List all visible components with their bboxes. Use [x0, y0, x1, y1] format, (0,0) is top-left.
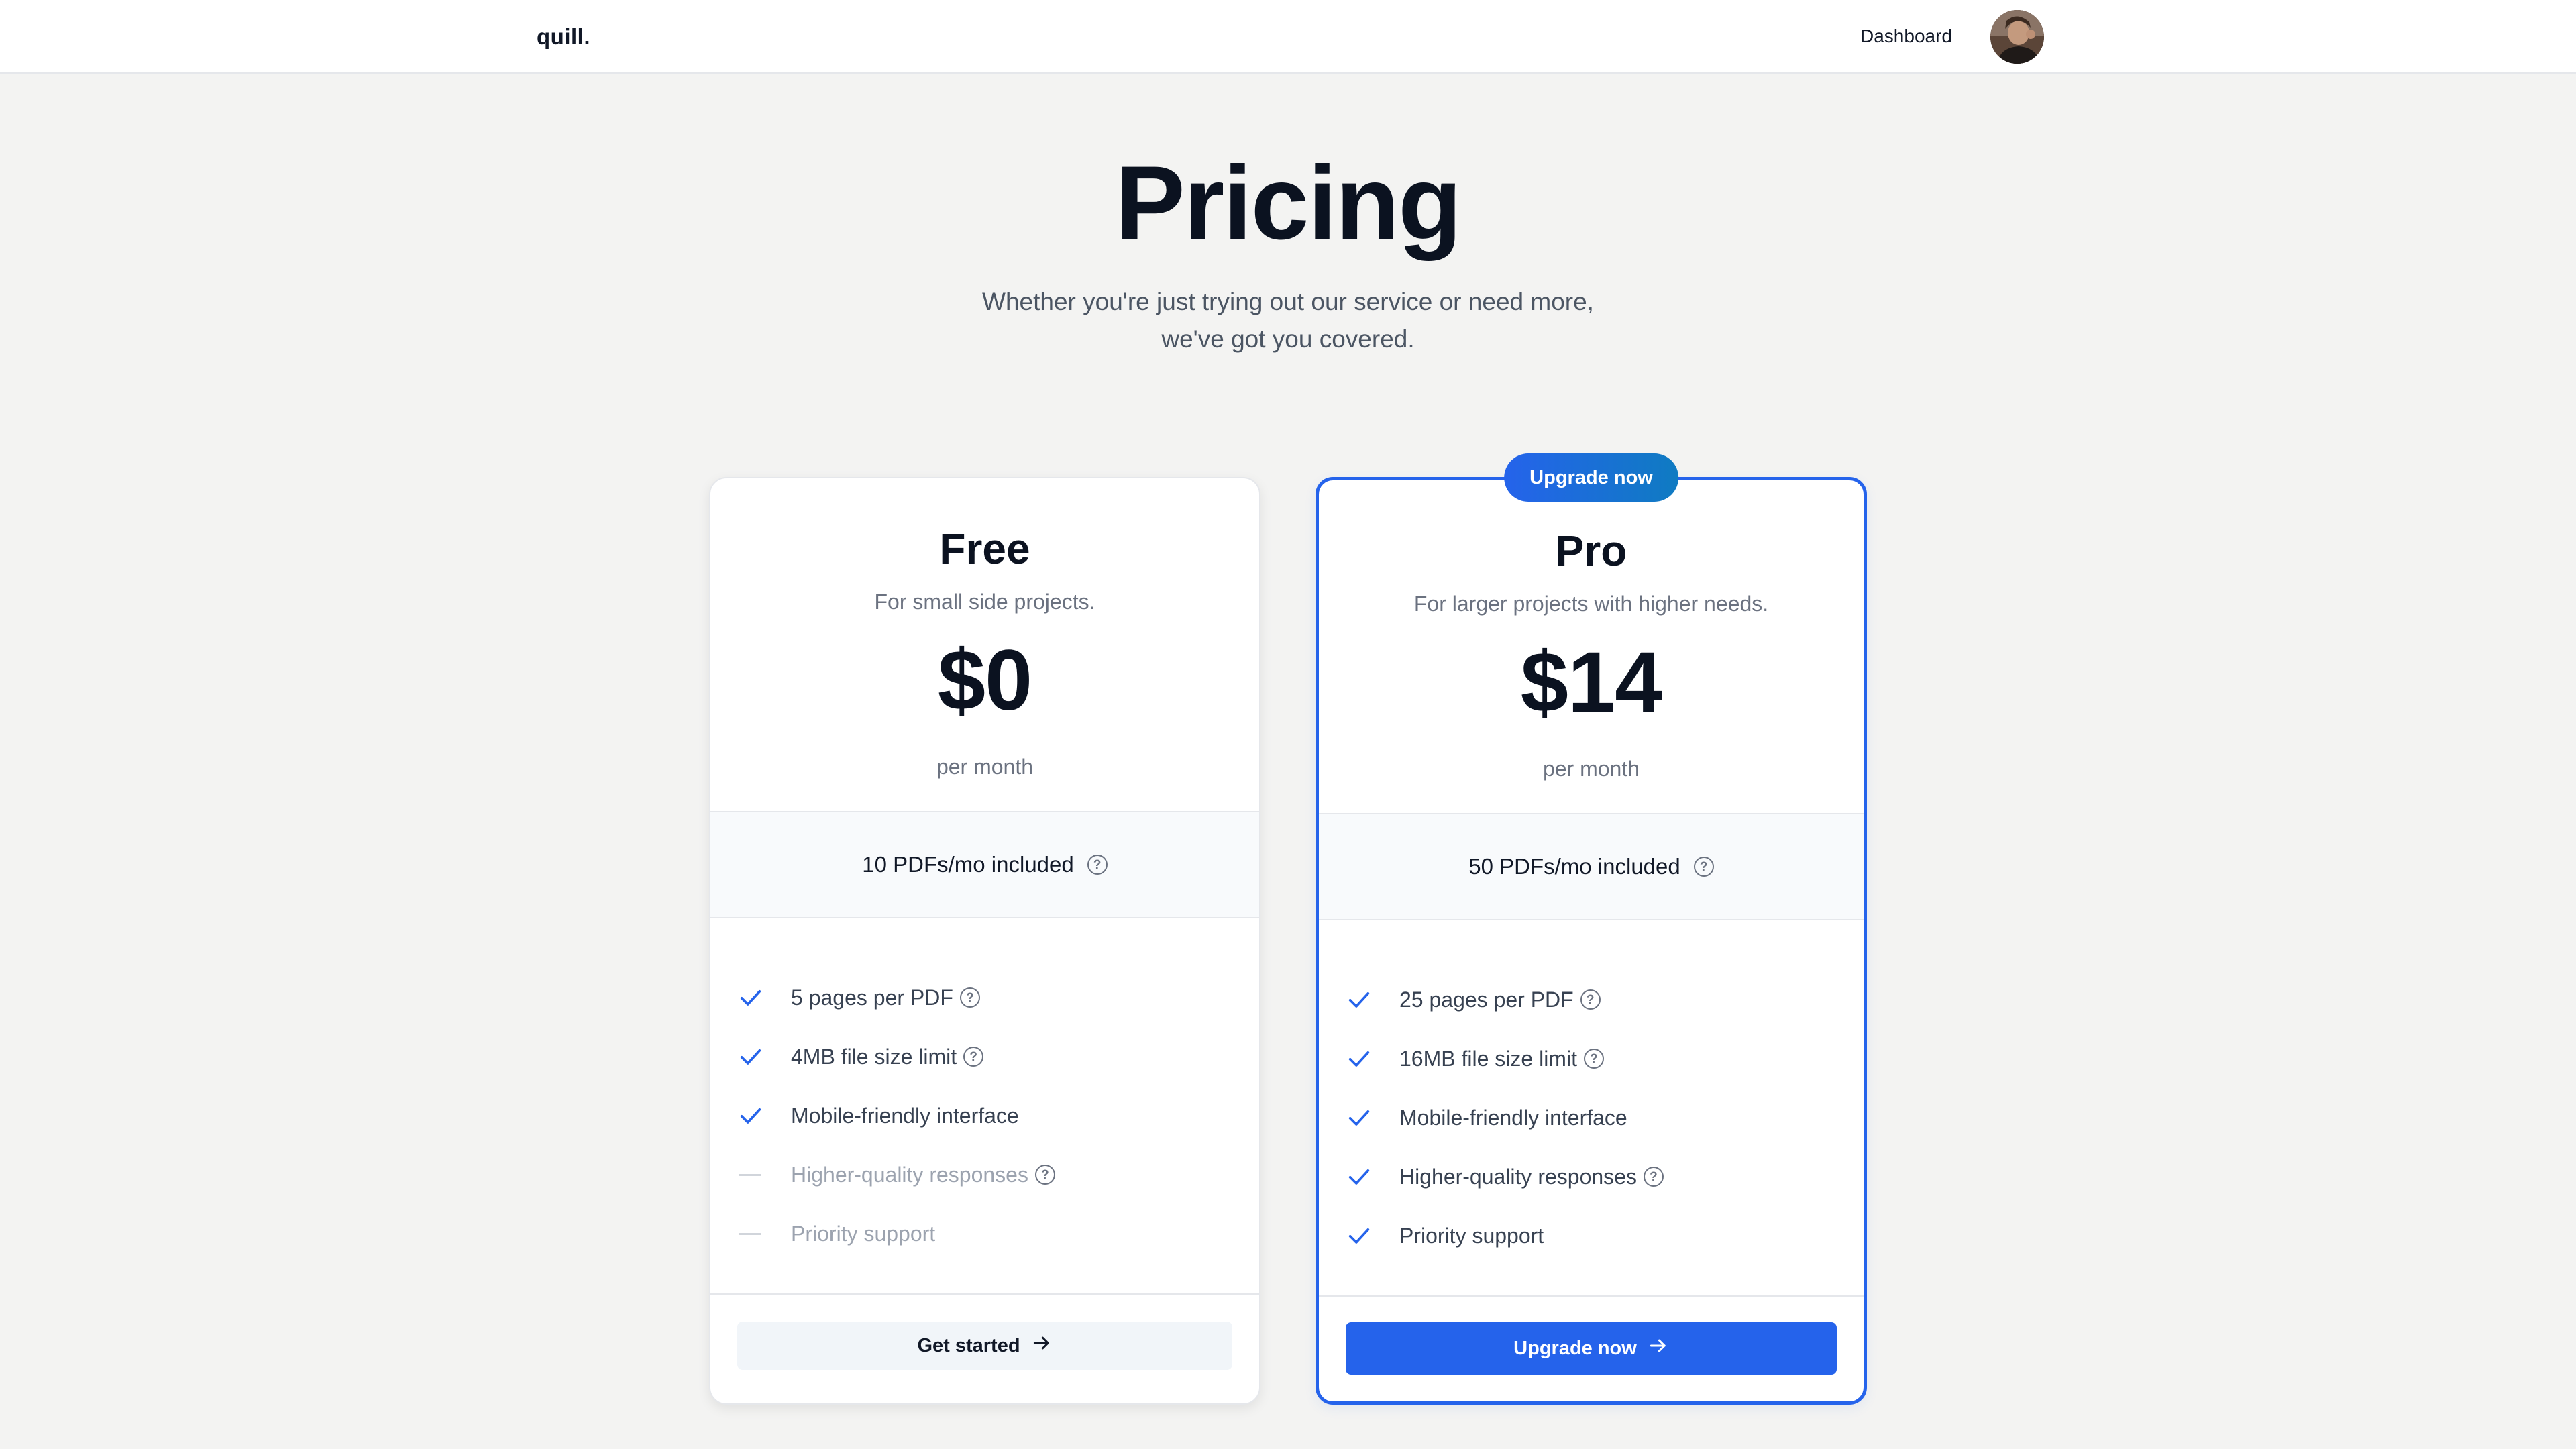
feature-label: Priority support	[791, 1221, 936, 1246]
feature-label: 16MB file size limit	[1399, 1046, 1577, 1071]
plan-tagline: For larger projects with higher needs.	[1413, 592, 1769, 616]
plan-price: $14	[1520, 635, 1663, 731]
plan-name: Pro	[1555, 527, 1627, 575]
dash-icon	[737, 1161, 791, 1188]
plan-tagline: For small side projects.	[874, 590, 1095, 614]
help-circle-icon[interactable]: ?	[1034, 1165, 1055, 1185]
feature-label: 5 pages per PDF	[791, 985, 953, 1010]
help-circle-icon[interactable]: ?	[959, 987, 980, 1008]
check-icon	[737, 1043, 791, 1070]
feature-item: 16MB file size limit?	[1346, 1029, 1837, 1088]
subtitle-line-1: Whether you're just trying out our servi…	[982, 288, 1594, 315]
check-icon	[1346, 1222, 1399, 1249]
plan-period: per month	[936, 755, 1034, 779]
feature-item: Higher-quality responses?	[1346, 1147, 1837, 1206]
feature-item-disabled: Higher-quality responses?	[737, 1145, 1232, 1204]
plan-period: per month	[1542, 757, 1640, 781]
plan-price: $0	[937, 633, 1032, 729]
help-circle-icon[interactable]: ?	[1583, 1049, 1604, 1069]
arrow-right-icon	[1648, 1335, 1669, 1362]
quota-band: 10 PDFs/mo included ?	[710, 811, 1259, 918]
quota-band: 50 PDFs/mo included ?	[1319, 813, 1864, 920]
help-circle-icon[interactable]: ?	[1643, 1167, 1664, 1187]
card-divider	[710, 1293, 1259, 1295]
check-icon	[737, 984, 791, 1011]
logo[interactable]: quill.	[537, 24, 590, 50]
feature-item: 4MB file size limit?	[737, 1027, 1232, 1086]
get-started-button[interactable]: Get started	[737, 1322, 1232, 1370]
check-icon	[1346, 1163, 1399, 1190]
avatar[interactable]	[1990, 10, 2044, 64]
feature-list: 5 pages per PDF? 4MB file size limit? Mo…	[737, 968, 1232, 1263]
plan-card-pro: Upgrade now Pro For larger projects with…	[1316, 453, 1867, 1405]
feature-label: Higher-quality responses	[1399, 1164, 1637, 1189]
navbar: quill. Dashboard	[0, 0, 2576, 74]
feature-label: Higher-quality responses	[791, 1162, 1028, 1187]
dashboard-link[interactable]: Dashboard	[1860, 25, 1952, 47]
check-icon	[1346, 986, 1399, 1013]
dash-icon	[737, 1220, 791, 1247]
page-subtitle: Whether you're just trying out our servi…	[932, 283, 1644, 358]
quota-text: 10 PDFs/mo included	[862, 852, 1074, 877]
quota-text: 50 PDFs/mo included	[1468, 854, 1680, 879]
feature-label: Priority support	[1399, 1223, 1544, 1248]
upgrade-badge: Upgrade now	[1504, 453, 1678, 502]
feature-item: 25 pages per PDF?	[1346, 970, 1837, 1029]
feature-label: 25 pages per PDF	[1399, 987, 1574, 1012]
card-divider	[1319, 1295, 1864, 1297]
check-icon	[737, 1102, 791, 1129]
help-circle-icon[interactable]: ?	[963, 1046, 984, 1067]
feature-label: Mobile-friendly interface	[1399, 1105, 1627, 1130]
check-icon	[1346, 1045, 1399, 1072]
feature-label: 4MB file size limit	[791, 1044, 957, 1069]
feature-label: Mobile-friendly interface	[791, 1103, 1019, 1128]
feature-item: Mobile-friendly interface	[1346, 1088, 1837, 1147]
button-label: Get started	[917, 1334, 1020, 1356]
feature-list: 25 pages per PDF? 16MB file size limit? …	[1346, 970, 1837, 1265]
feature-item-disabled: Priority support	[737, 1204, 1232, 1263]
arrow-right-icon	[1031, 1332, 1053, 1359]
help-circle-icon[interactable]: ?	[1087, 855, 1108, 875]
help-circle-icon[interactable]: ?	[1693, 857, 1714, 877]
plan-name: Free	[939, 525, 1030, 573]
feature-item: Mobile-friendly interface	[737, 1086, 1232, 1145]
subtitle-line-2: we've got you covered.	[1161, 325, 1415, 353]
feature-item: 5 pages per PDF?	[737, 968, 1232, 1027]
page-title: Pricing	[1115, 145, 1462, 262]
upgrade-now-button[interactable]: Upgrade now	[1346, 1322, 1837, 1375]
button-label: Upgrade now	[1513, 1337, 1637, 1359]
pricing-page: quill. Dashboard Pricing Whether you're …	[0, 0, 2576, 1449]
plan-card-free: Free For small side projects. $0 per mon…	[709, 477, 1260, 1405]
check-icon	[1346, 1104, 1399, 1131]
help-circle-icon[interactable]: ?	[1580, 989, 1601, 1010]
avatar-image	[1990, 10, 2044, 64]
feature-item: Priority support	[1346, 1206, 1837, 1265]
